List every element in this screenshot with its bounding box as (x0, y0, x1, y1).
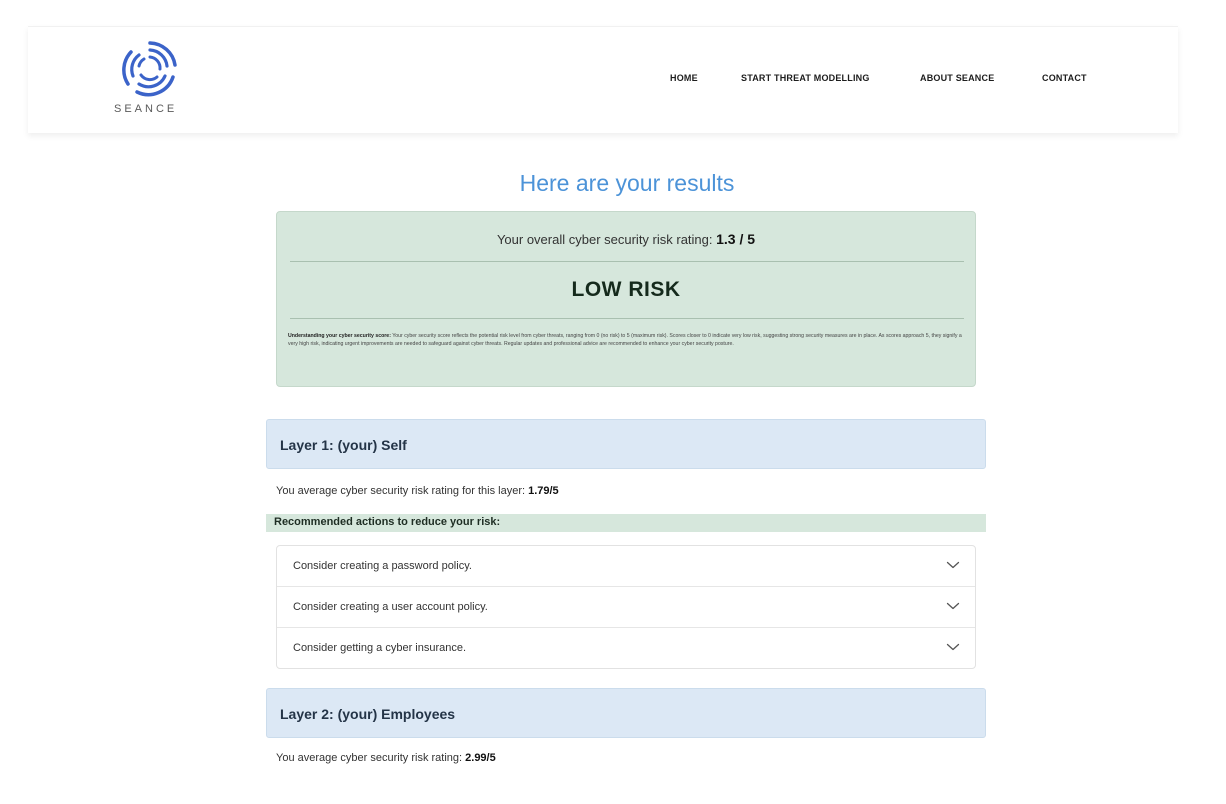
nav-about-seance[interactable]: ABOUT SEANCE (920, 73, 994, 83)
overall-rating-label: Your overall cyber security risk rating: (496, 232, 717, 247)
layer-2-title: Layer 2: (your) Employees (280, 706, 456, 722)
nav-start-threat-modelling[interactable]: START THREAT MODELLING (741, 73, 870, 83)
accordion-item-password-policy[interactable]: Consider creating a password policy. (277, 546, 975, 587)
logo-rings-icon (122, 41, 177, 97)
chevron-down-icon[interactable] (946, 642, 960, 652)
nav-home[interactable]: HOME (670, 73, 698, 83)
card-divider (290, 318, 964, 319)
logo-wordmark: SEANCE (114, 103, 178, 115)
overall-rating-line: Your overall cyber security risk rating:… (277, 231, 975, 247)
layer-1-average-rating: You average cyber security risk rating f… (276, 485, 559, 497)
recommended-actions-accordion: Consider creating a password policy. Con… (276, 545, 976, 669)
layer-1-average-label: You average cyber security risk rating f… (276, 485, 529, 497)
accordion-item-label: Consider getting a cyber insurance. (293, 642, 467, 654)
layer-2-average-label: You average cyber security risk rating: (276, 752, 466, 764)
score-explanation: Understanding your cyber security score:… (288, 333, 966, 348)
accordion-item-cyber-insurance[interactable]: Consider getting a cyber insurance. (277, 628, 975, 669)
layer-2-header: Layer 2: (your) Employees (266, 688, 986, 738)
layer-2-average-value: 2.99/5 (465, 752, 496, 764)
nav-contact[interactable]: CONTACT (1042, 73, 1087, 83)
recommended-actions-heading: Recommended actions to reduce your risk: (266, 514, 986, 532)
page: SEANCE HOME START THREAT MODELLING ABOUT… (0, 0, 1226, 804)
overall-rating-value: 1.3 / 5 (716, 231, 756, 247)
layer-1-title: Layer 1: (your) Self (280, 437, 407, 453)
layer-1-header: Layer 1: (your) Self (266, 419, 986, 469)
chevron-down-icon[interactable] (946, 601, 960, 611)
layer-1-average-value: 1.79/5 (528, 485, 559, 497)
card-divider (290, 261, 964, 262)
risk-level-label: LOW RISK (571, 278, 681, 301)
accordion-item-user-account-policy[interactable]: Consider creating a user account policy. (277, 587, 975, 628)
overall-score-card: Your overall cyber security risk rating:… (276, 211, 976, 387)
accordion-item-label: Consider creating a password policy. (293, 560, 472, 572)
explanation-heading: Understanding your cyber security score: (288, 333, 391, 339)
accordion-item-label: Consider creating a user account policy. (293, 601, 488, 613)
layer-2-average-rating: You average cyber security risk rating: … (276, 752, 496, 764)
recommended-actions-label: Recommended actions to reduce your risk: (274, 516, 501, 528)
site-header: SEANCE HOME START THREAT MODELLING ABOUT… (28, 26, 1178, 133)
chevron-down-icon[interactable] (946, 560, 960, 570)
main-nav: HOME START THREAT MODELLING ABOUT SEANCE… (28, 73, 1178, 89)
results-title: Here are your results (519, 170, 735, 196)
